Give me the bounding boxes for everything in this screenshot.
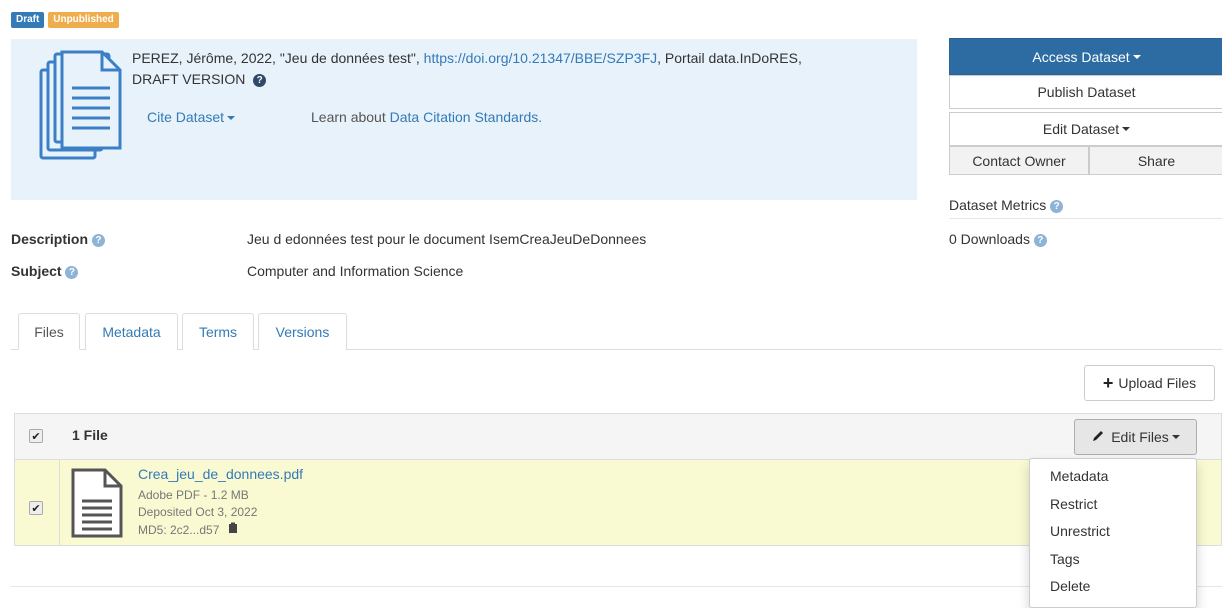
chevron-down-icon — [1122, 127, 1131, 131]
publish-dataset-button[interactable]: Publish Dataset — [949, 75, 1222, 109]
downloads-count: 0 Downloads ? — [949, 231, 1047, 247]
citation-text: PEREZ, Jérôme, 2022, "Jeu de données tes… — [132, 48, 892, 90]
tab-files[interactable]: Files — [18, 313, 80, 350]
share-button[interactable]: Share — [1089, 146, 1222, 175]
draft-badge: Draft — [11, 12, 45, 28]
edit-files-label: Edit Files — [1111, 429, 1169, 445]
document-stack-icon — [38, 48, 122, 165]
file-md5-wrap: MD5: 2c2...d57 — [138, 522, 238, 537]
citation-after: , Portail data.InDoRES, — [657, 50, 802, 66]
chevron-down-icon — [1171, 435, 1180, 439]
contact-owner-button[interactable]: Contact Owner — [949, 146, 1089, 175]
question-icon[interactable]: ? — [1033, 233, 1047, 247]
question-icon[interactable]: ? — [253, 73, 267, 87]
file-deposited: Deposited Oct 3, 2022 — [138, 505, 258, 519]
upload-files-button[interactable]: + Upload Files — [1084, 365, 1215, 401]
tab-versions-label: Versions — [275, 324, 330, 340]
edit-files-menu: Metadata Restrict Unrestrict Tags Delete — [1029, 458, 1197, 608]
file-count: 1 File — [72, 427, 108, 443]
menu-item-tags[interactable]: Tags — [1030, 546, 1196, 574]
description-label: Description — [11, 231, 89, 247]
subject-label-wrap: Subject ? — [11, 263, 79, 279]
citation-standards-link[interactable]: Data Citation Standards. — [390, 109, 543, 125]
check-icon: ✔ — [31, 502, 41, 515]
chevron-down-icon — [1132, 54, 1141, 59]
metrics-title: Dataset Metrics — [949, 197, 1047, 213]
file-type-size: Adobe PDF - 1.2 MB — [138, 488, 249, 502]
citation-main: PEREZ, Jérôme, 2022, "Jeu de données tes… — [132, 50, 424, 66]
subject-value: Computer and Information Science — [247, 263, 464, 279]
learn-text: Learn about — [311, 109, 390, 125]
publish-dataset-label: Publish Dataset — [1037, 84, 1136, 100]
question-icon[interactable]: ? — [65, 265, 79, 279]
tab-metadata[interactable]: Metadata — [85, 313, 178, 350]
dataset-metrics: Dataset Metrics ? — [949, 197, 1064, 213]
share-label: Share — [1137, 152, 1176, 169]
unpublished-badge: Unpublished — [48, 12, 119, 28]
tab-terms[interactable]: Terms — [182, 313, 254, 350]
edit-dataset-button[interactable]: Edit Dataset — [949, 112, 1222, 146]
upload-files-label: Upload Files — [1118, 375, 1197, 391]
file-md5: MD5: 2c2...d57 — [138, 523, 220, 537]
menu-item-metadata[interactable]: Metadata — [1030, 463, 1196, 491]
description-label-wrap: Description ? — [11, 231, 105, 247]
select-all-checkbox[interactable]: ✔ — [29, 429, 43, 443]
plus-icon: + — [1102, 372, 1114, 393]
doi-link[interactable]: https://doi.org/10.21347/BBE/SZP3FJ — [424, 50, 657, 66]
subject-label: Subject — [11, 263, 62, 279]
edit-files-button[interactable]: Edit Files — [1074, 419, 1197, 455]
access-dataset-label: Access Dataset — [1032, 48, 1130, 65]
file-row-checkbox[interactable]: ✔ — [29, 501, 43, 515]
tab-versions[interactable]: Versions — [258, 313, 347, 350]
downloads-label: 0 Downloads — [949, 231, 1030, 247]
learn-citation: Learn about Data Citation Standards. — [311, 109, 542, 125]
menu-item-restrict[interactable]: Restrict — [1030, 491, 1196, 519]
tab-files-label: Files — [34, 323, 64, 340]
status-badges: Draft Unpublished — [11, 9, 119, 28]
check-icon: ✔ — [31, 430, 41, 443]
question-icon[interactable]: ? — [91, 233, 105, 247]
contact-owner-label: Contact Owner — [972, 152, 1066, 169]
clipboard-icon[interactable] — [227, 522, 238, 537]
tab-metadata-label: Metadata — [102, 324, 161, 340]
access-dataset-button[interactable]: Access Dataset — [949, 38, 1222, 75]
description-value: Jeu d edonnées test pour le document Ise… — [247, 231, 647, 247]
edit-dataset-label: Edit Dataset — [1042, 121, 1120, 137]
file-name-link[interactable]: Crea_jeu_de_donnees.pdf — [138, 466, 303, 482]
question-icon[interactable]: ? — [1050, 199, 1064, 213]
cite-dataset-dropdown[interactable]: Cite Dataset — [147, 109, 236, 125]
files-table-header — [14, 413, 1222, 460]
tab-terms-label: Terms — [198, 324, 238, 340]
metrics-divider — [949, 218, 1222, 219]
row-divider — [59, 460, 60, 546]
citation-version: DRAFT VERSION — [132, 71, 246, 87]
menu-item-delete[interactable]: Delete — [1030, 573, 1196, 601]
cite-dataset-label: Cite Dataset — [147, 109, 225, 125]
chevron-down-icon — [227, 116, 236, 121]
pencil-icon — [1091, 429, 1105, 446]
file-pdf-icon — [70, 467, 124, 542]
menu-item-unrestrict[interactable]: Unrestrict — [1030, 518, 1196, 546]
